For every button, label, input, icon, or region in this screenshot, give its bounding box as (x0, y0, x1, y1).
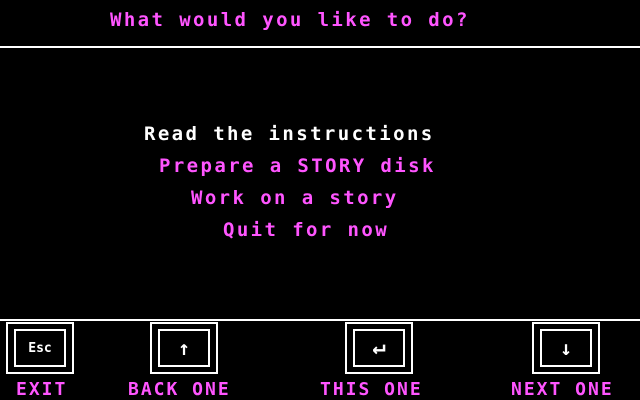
up-arrow-key-icon[interactable]: ↑ (150, 322, 218, 374)
exit-label: EXIT (16, 379, 68, 400)
back-one-label: BACK ONE (128, 379, 231, 400)
esc-key-glyph: Esc (28, 340, 52, 356)
enter-key-icon[interactable]: ↵ (345, 322, 413, 374)
menu-item-prepare-story-disk[interactable]: Prepare a STORY disk (159, 155, 436, 177)
menu-item-quit[interactable]: Quit for now (223, 219, 389, 241)
menu-item-work-on-story[interactable]: Work on a story (191, 187, 399, 209)
footer-divider (0, 319, 640, 321)
this-one-label: THIS ONE (320, 379, 423, 400)
enter-glyph: ↵ (372, 335, 386, 360)
down-arrow-glyph: ↓ (559, 336, 573, 360)
up-arrow-glyph: ↑ (177, 336, 191, 360)
next-one-label: NEXT ONE (511, 379, 614, 400)
esc-key-icon[interactable]: Esc (6, 322, 74, 374)
down-arrow-key-icon[interactable]: ↓ (532, 322, 600, 374)
menu-item-read-instructions[interactable]: Read the instructions (144, 123, 435, 145)
page-title: What would you like to do? (110, 9, 470, 31)
header-bar: What would you like to do? (0, 0, 640, 48)
